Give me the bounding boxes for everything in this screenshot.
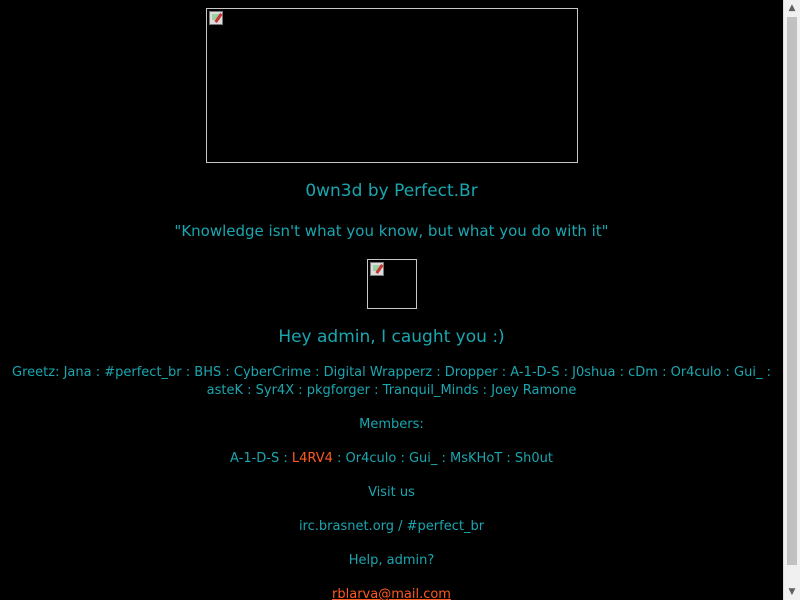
email-link[interactable]: rblarva@mail.com: [332, 587, 451, 600]
visit-us-text: Visit us: [368, 485, 415, 500]
members-after: : Or4culo : Gui_ : MsKHoT : Sh0ut: [332, 451, 553, 466]
greetz-line-2: asteK : Syr4X : pkgforger : Tranquil_Min…: [206, 383, 577, 398]
arrow-up-icon[interactable]: ▲: [784, 0, 800, 16]
help-text: Help, admin?: [348, 553, 435, 568]
broken-image-icon: [370, 262, 384, 276]
banner-image: [206, 8, 578, 163]
arrow-down-icon[interactable]: ▼: [784, 584, 800, 600]
caught-message: Hey admin, I caught you :): [278, 327, 505, 347]
vertical-scrollbar[interactable]: ▲ ▼: [783, 0, 800, 600]
members-list: A-1-D-S : L4RV4 : Or4culo : Gui_ : MsKHo…: [0, 451, 783, 466]
page-title: 0wn3d by Perfect.Br: [305, 181, 478, 201]
members-before: A-1-D-S :: [230, 451, 292, 466]
page-viewport: 0wn3d by Perfect.Br "Knowledge isn't wha…: [0, 0, 783, 600]
irc-info: irc.brasnet.org / #perfect_br: [298, 519, 485, 534]
email-line: rblarva@mail.com: [0, 587, 783, 600]
small-image: [367, 259, 417, 309]
member-highlight: L4RV4: [291, 451, 333, 466]
quote-text: "Knowledge isn't what you know, but what…: [174, 222, 609, 240]
greetz-line-1: Greetz: Jana : #perfect_br : BHS : Cyber…: [12, 365, 771, 380]
broken-image-icon: [209, 11, 223, 25]
scrollbar-thumb[interactable]: [787, 17, 797, 565]
members-label: Members:: [359, 417, 424, 432]
